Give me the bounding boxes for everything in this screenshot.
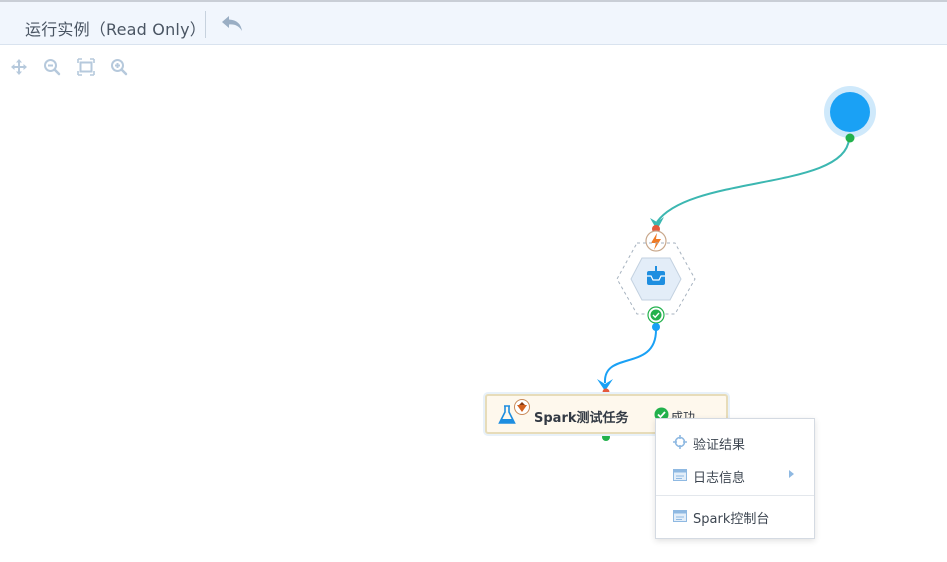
spark-icon bbox=[514, 399, 530, 415]
log-window-icon bbox=[673, 469, 687, 481]
check-circle-icon bbox=[647, 306, 665, 331]
start-circle-icon bbox=[824, 86, 876, 143]
crosshair-icon bbox=[673, 435, 687, 449]
task-name: Spark测试任务 bbox=[534, 411, 629, 426]
menu-item-label: 日志信息 bbox=[693, 471, 746, 486]
menu-item-label: 验证结果 bbox=[693, 438, 746, 453]
edge-start-to-trigger bbox=[656, 138, 850, 223]
context-menu: 验证结果 日志信息 Spark控制台 bbox=[655, 418, 815, 539]
submenu-arrow-icon bbox=[789, 470, 794, 478]
console-window-icon bbox=[673, 510, 687, 522]
menu-item-label: Spark控制台 bbox=[693, 512, 770, 527]
menu-item-spark-console[interactable]: Spark控制台 bbox=[656, 501, 814, 531]
lightning-icon bbox=[645, 225, 667, 252]
menu-separator bbox=[656, 495, 814, 496]
menu-item-verify-result[interactable]: 验证结果 bbox=[656, 427, 814, 457]
edge-inbox-to-task bbox=[603, 329, 657, 384]
menu-item-log-info[interactable]: 日志信息 bbox=[656, 460, 814, 490]
